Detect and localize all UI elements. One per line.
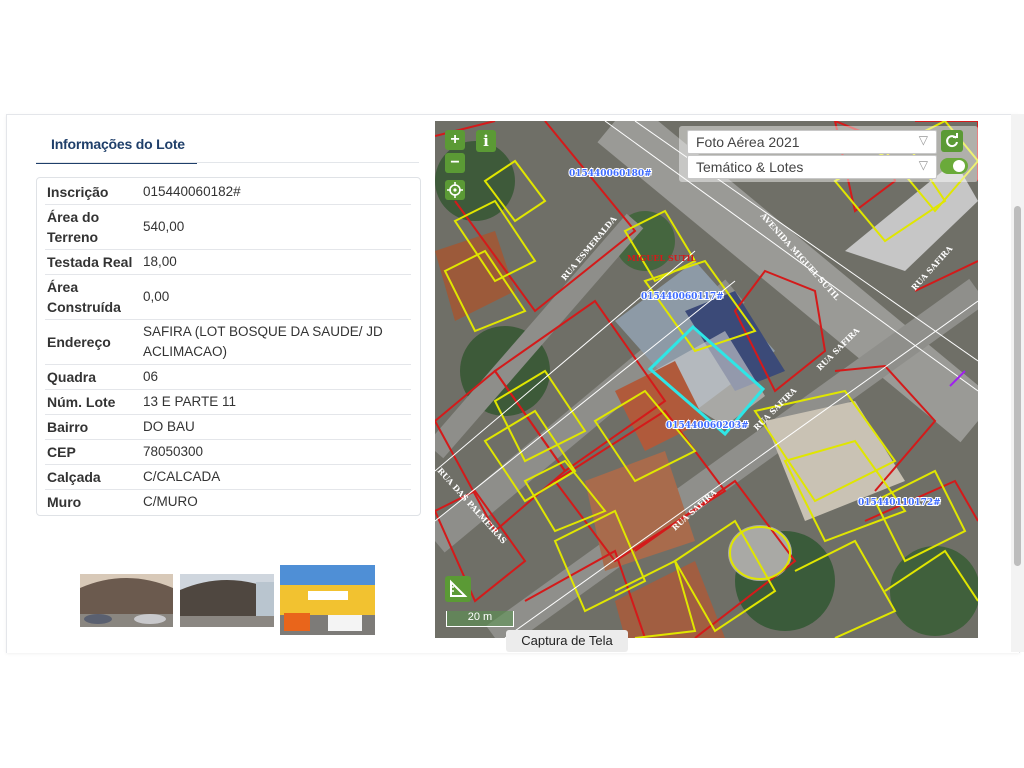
zoom-in-button[interactable]: + bbox=[445, 130, 465, 150]
field-row-area-terreno: Área do Terreno 540,00 bbox=[45, 205, 411, 250]
field-value: 78050300 bbox=[143, 444, 204, 459]
field-row-bairro: Bairro DO BAU bbox=[45, 415, 411, 440]
chevron-down-icon: ▽ bbox=[918, 133, 928, 147]
field-value: 540,00 bbox=[143, 219, 185, 234]
overlay-layer-select[interactable]: Temático & Lotes ▽ bbox=[687, 155, 937, 179]
lot-photo-thumbnail-2[interactable] bbox=[180, 574, 274, 627]
base-layer-value: Foto Aérea 2021 bbox=[696, 134, 800, 150]
field-label: Calçada bbox=[47, 469, 101, 485]
field-row-inscricao: Inscrição 015440060182# bbox=[45, 180, 411, 205]
field-value: 18,00 bbox=[143, 254, 177, 269]
map-scale: 20 m bbox=[446, 611, 514, 627]
lot-photo-thumbnail-3[interactable] bbox=[280, 565, 375, 635]
field-label: CEP bbox=[47, 444, 76, 460]
layer-toggle[interactable] bbox=[940, 158, 968, 174]
lot-label-2: 015440060117# bbox=[641, 292, 724, 302]
field-row-endereco: Endereço SAFIRA (LOT BOSQUE DA SAUDE/ JD … bbox=[45, 320, 411, 365]
measure-button[interactable] bbox=[445, 576, 471, 602]
field-label: Área do Terreno bbox=[47, 209, 100, 245]
tab-label: Informações do Lote bbox=[51, 136, 185, 152]
lot-label-4: 015440110172# bbox=[858, 498, 941, 508]
field-value: C/MURO bbox=[143, 494, 198, 509]
field-value: SAFIRA (LOT BOSQUE DA SAUDE/ JD ACLIMACA… bbox=[143, 324, 383, 359]
field-label: Área Construída bbox=[47, 279, 121, 315]
field-row-area-construida: Área Construída 0,00 bbox=[45, 275, 411, 320]
field-value: DO BAU bbox=[143, 419, 195, 434]
field-value: C/CALCADA bbox=[143, 469, 221, 484]
field-row-quadra: Quadra 06 bbox=[45, 365, 411, 390]
locate-button[interactable] bbox=[445, 180, 465, 200]
field-row-num-lote: Núm. Lote 13 E PARTE 11 bbox=[45, 390, 411, 415]
field-row-cep: CEP 78050300 bbox=[45, 440, 411, 465]
field-row-calcada: Calçada C/CALCADA bbox=[45, 465, 411, 490]
scroll-thumb[interactable] bbox=[1014, 206, 1021, 566]
field-value: 06 bbox=[143, 369, 159, 384]
refresh-icon bbox=[946, 133, 958, 148]
ruler-icon bbox=[450, 579, 468, 597]
street-label-miguel-sutil: MIGUEL SUTIL bbox=[627, 253, 696, 263]
overlay-layer-value: Temático & Lotes bbox=[696, 159, 804, 175]
lot-details-table: Inscrição 015440060182# Área do Terreno 54… bbox=[36, 177, 421, 516]
screenshot-tooltip: Captura de Tela bbox=[506, 630, 628, 652]
field-value: 015440060182# bbox=[143, 184, 241, 199]
base-layer-select[interactable]: Foto Aérea 2021 ▽ bbox=[687, 130, 937, 154]
field-value: 13 E PARTE 11 bbox=[143, 394, 237, 409]
map-viewer[interactable]: 015440060180# 015440060117# 015440060203… bbox=[435, 121, 978, 638]
tab-underline bbox=[36, 162, 419, 163]
field-row-muro: Muro C/MURO bbox=[45, 490, 411, 514]
field-row-testada-real: Testada Real 18,00 bbox=[45, 250, 411, 275]
field-label: Endereço bbox=[47, 334, 111, 350]
tab-informacoes-do-lote[interactable]: Informações do Lote bbox=[36, 124, 197, 164]
refresh-button[interactable] bbox=[941, 130, 963, 152]
field-label: Inscrição bbox=[47, 184, 109, 200]
field-label: Bairro bbox=[47, 419, 89, 435]
chevron-down-icon: ▽ bbox=[918, 158, 928, 172]
toggle-knob bbox=[953, 160, 965, 172]
info-button[interactable]: i bbox=[476, 130, 496, 152]
field-label: Muro bbox=[47, 494, 82, 510]
field-label: Quadra bbox=[47, 369, 97, 385]
lot-label-1: 015440060180# bbox=[569, 169, 652, 179]
field-value: 0,00 bbox=[143, 289, 170, 304]
zoom-out-button[interactable]: − bbox=[445, 153, 465, 173]
crosshair-icon bbox=[447, 182, 463, 198]
lot-photo-thumbnail-1[interactable] bbox=[80, 574, 173, 627]
field-label: Testada Real bbox=[47, 254, 133, 270]
lot-label-3: 015440060203# bbox=[666, 421, 749, 431]
page-scrollbar[interactable] bbox=[1011, 114, 1024, 652]
aerial-map: 015440060180# 015440060117# 015440060203… bbox=[435, 121, 978, 638]
field-label: Núm. Lote bbox=[47, 394, 116, 410]
